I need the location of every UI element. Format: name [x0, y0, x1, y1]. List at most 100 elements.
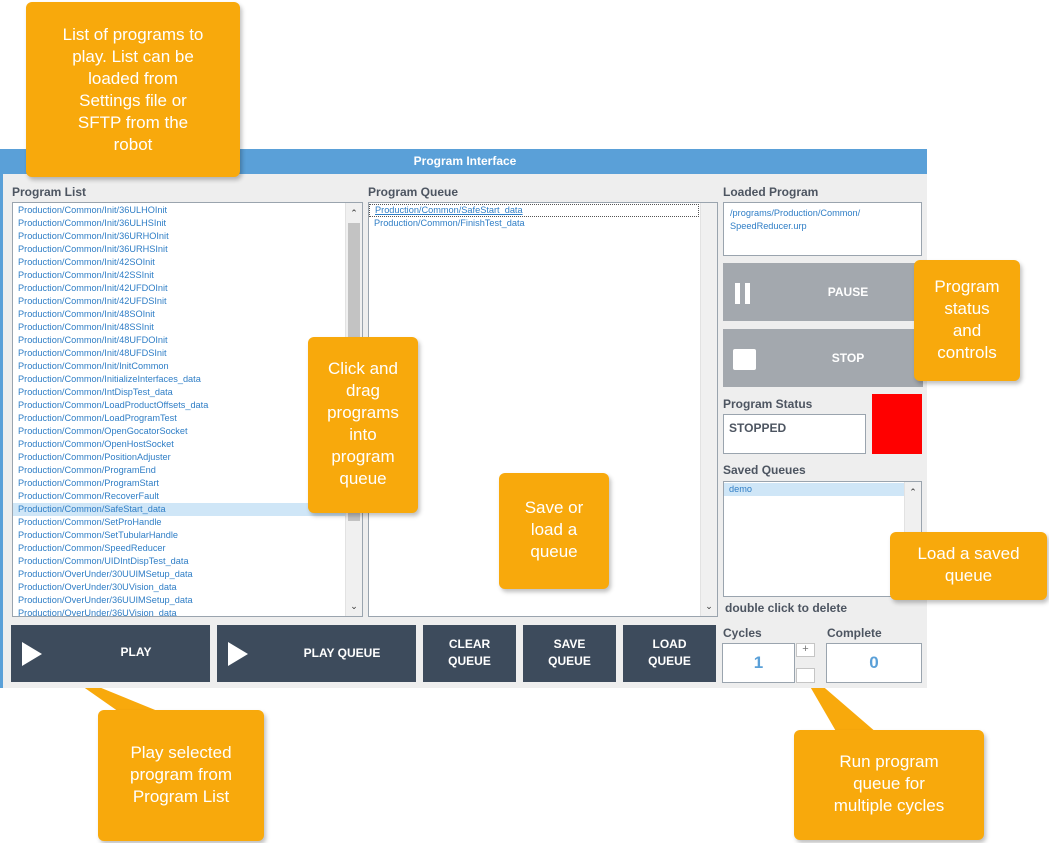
saved-queues-label: Saved Queues [723, 463, 806, 477]
clear-queue-label-2: QUEUE [448, 654, 491, 668]
program-list-item[interactable]: Production/Common/Init/36URHOInit [13, 230, 345, 243]
program-list-item[interactable]: Production/Common/InitializeInterfaces_d… [13, 373, 345, 386]
callout-line: Play selected [130, 743, 232, 762]
save-queue-button[interactable]: SAVE QUEUE [523, 625, 616, 682]
callout-line: Program List [132, 787, 230, 806]
pause-label: PAUSE [827, 285, 869, 299]
callout-drag: Click and drag programs into program que… [308, 337, 418, 513]
callout-line: program [331, 447, 395, 466]
callout-line: into [349, 425, 377, 444]
saved-queue-item[interactable]: demo [724, 483, 904, 496]
queue-item[interactable]: Production/Common/FinishTest_data [369, 217, 717, 230]
program-status-box: STOPPED [723, 414, 866, 454]
program-list-item[interactable]: Production/Common/Init/36ULHSInit [13, 217, 345, 230]
callout-line: Settings file or [79, 91, 187, 110]
callout-line: queue [944, 566, 993, 585]
program-queue-scrollbar[interactable]: ⌄ [700, 203, 717, 616]
callout-line: queue [530, 542, 578, 561]
program-list-item[interactable]: Production/Common/LoadProductOffsets_dat… [13, 399, 345, 412]
program-list-item[interactable]: Production/Common/Init/42UFDSInit [13, 295, 345, 308]
program-list-item[interactable]: Production/Common/Init/36ULHOInit [13, 204, 345, 217]
callout-save-load: Save or load a queue [499, 473, 609, 589]
clear-queue-label: CLEAR [448, 637, 491, 651]
program-list-item[interactable]: Production/OverUnder/36UUIMSetup_data [13, 594, 345, 607]
callout-cycles: Run program queue for multiple cycles [794, 730, 984, 840]
program-list-item[interactable]: Production/Common/RecoverFault [13, 490, 345, 503]
callout-saved-queue: Load a saved queue [890, 532, 1047, 600]
load-queue-label: LOAD [652, 637, 687, 651]
complete-counter: 0 [826, 643, 922, 683]
cycles-decrement-button[interactable] [796, 668, 815, 683]
pause-icon-bar [745, 283, 750, 304]
callout-play: Play selected program from Program List [98, 710, 264, 841]
program-list-item[interactable]: Production/Common/OpenGocatorSocket [13, 425, 345, 438]
play-queue-label: PLAY QUEUE [303, 646, 381, 660]
callout-line: Save or [524, 498, 584, 517]
callout-line: load a [530, 520, 578, 539]
program-list-item[interactable]: Production/Common/Init/42SSInit [13, 269, 345, 282]
callout-line: queue for [853, 774, 925, 793]
load-queue-button[interactable]: LOAD QUEUE [623, 625, 716, 682]
stop-icon [733, 349, 756, 370]
program-list-item[interactable]: Production/Common/UIDIntDispTest_data [13, 555, 345, 568]
callout-line: play. List can be [72, 47, 194, 66]
scroll-down-icon[interactable]: ⌄ [701, 598, 717, 614]
complete-value: 0 [869, 653, 879, 672]
scroll-down-icon[interactable]: ⌄ [346, 598, 362, 614]
complete-label: Complete [827, 626, 882, 640]
program-list-item[interactable]: Production/Common/OpenHostSocket [13, 438, 345, 451]
play-queue-button[interactable]: PLAY QUEUE [217, 625, 416, 682]
callout-line: programs [327, 403, 399, 422]
stop-label: STOP [831, 351, 865, 365]
queue-item[interactable]: Production/Common/SafeStart_data [369, 204, 699, 217]
program-list-item[interactable]: Production/Common/SetProHandle [13, 516, 345, 529]
callout-line: and [952, 321, 982, 340]
play-button[interactable]: PLAY [11, 625, 210, 682]
loaded-program-box: /programs/Production/Common/ SpeedReduce… [723, 202, 922, 256]
plus-icon: + [802, 643, 809, 655]
callout-line: controls [937, 343, 997, 362]
program-list-item[interactable]: Production/Common/PositionAdjuster [13, 451, 345, 464]
program-list-item[interactable]: Production/Common/SetTubularHandle [13, 529, 345, 542]
cycles-increment-button[interactable]: + [796, 643, 815, 657]
cycles-input[interactable]: 1 [722, 643, 795, 683]
program-queue-label: Program Queue [368, 185, 459, 199]
program-list-item[interactable]: Production/Common/Init/48UFDSInit [13, 347, 345, 360]
callout-program-list: List of programs to play. List can be lo… [26, 2, 240, 177]
program-list-item[interactable]: Production/Common/Init/42SOInit [13, 256, 345, 269]
program-list-item[interactable]: Production/Common/ProgramStart [13, 477, 345, 490]
stop-button[interactable]: STOP [723, 329, 923, 387]
program-list-item[interactable]: Production/Common/SpeedReducer [13, 542, 345, 555]
callout-line: multiple cycles [833, 796, 945, 815]
program-interface-window: Program Interface Program List Productio… [0, 149, 927, 688]
program-list-item[interactable]: Production/OverUnder/30UUIMSetup_data [13, 568, 345, 581]
program-list-item[interactable]: Production/Common/Init/48SOInit [13, 308, 345, 321]
program-list-item[interactable]: Production/OverUnder/36UVision_data [13, 607, 345, 616]
program-list-item[interactable]: Production/Common/SafeStart_data [13, 503, 345, 516]
program-status-value: STOPPED [729, 421, 787, 435]
callout-line: List of programs to [62, 25, 204, 44]
program-list-item[interactable]: Production/Common/LoadProgramTest [13, 412, 345, 425]
program-list-item[interactable]: Production/Common/Init/InitCommon [13, 360, 345, 373]
callout-line: Run program [839, 752, 939, 771]
program-list-item[interactable]: Production/Common/Init/42UFDOInit [13, 282, 345, 295]
status-indicator [872, 394, 922, 454]
pause-button[interactable]: PAUSE [723, 263, 923, 321]
play-queue-icon [228, 642, 248, 666]
program-list-item[interactable]: Production/OverUnder/30UVision_data [13, 581, 345, 594]
save-queue-label-2: QUEUE [548, 654, 591, 668]
program-status-label: Program Status [723, 397, 813, 411]
loaded-program-file: SpeedReducer.urp [730, 221, 807, 231]
scroll-up-icon[interactable]: ⌃ [905, 484, 921, 500]
callout-line: SFTP from the [77, 113, 189, 132]
callout-line: Program [934, 277, 1000, 296]
program-list-item[interactable]: Production/Common/IntDispTest_data [13, 386, 345, 399]
scroll-up-icon[interactable]: ⌃ [346, 205, 362, 221]
clear-queue-button[interactable]: CLEAR QUEUE [423, 625, 516, 682]
program-list-item[interactable]: Production/Common/Init/48SSInit [13, 321, 345, 334]
program-list-item[interactable]: Production/Common/ProgramEnd [13, 464, 345, 477]
loaded-program-label: Loaded Program [723, 185, 819, 199]
program-list-item[interactable]: Production/Common/Init/48UFDOInit [13, 334, 345, 347]
program-list-item[interactable]: Production/Common/Init/36URHSInit [13, 243, 345, 256]
play-icon [22, 642, 42, 666]
